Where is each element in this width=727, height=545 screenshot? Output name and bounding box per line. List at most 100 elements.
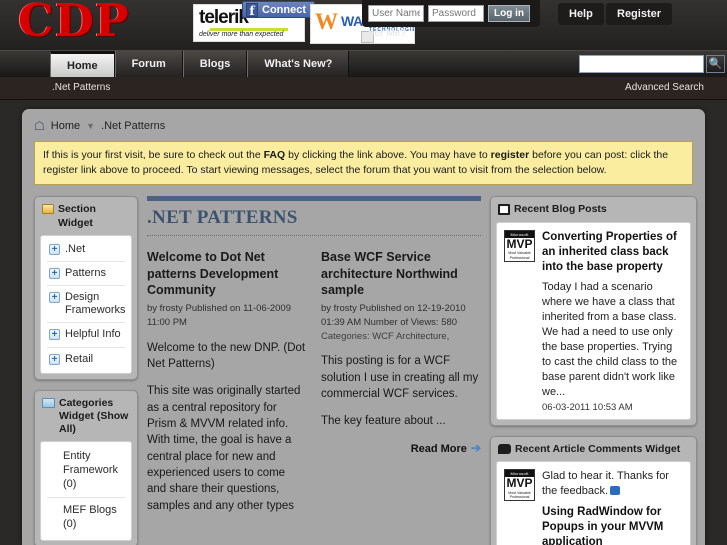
page-container: ☖ Home ▼ .Net Patterns If this is your f…: [22, 109, 705, 545]
remember-me-label: ber Me?: [368, 28, 407, 39]
subnav-section-label: .Net Patterns: [52, 82, 111, 93]
list-item[interactable]: MEF Blogs (0): [47, 498, 125, 538]
tab-forum[interactable]: Forum: [114, 51, 183, 78]
recent-article-comments-title: Recent Article Comments Widget: [515, 442, 681, 455]
chevron-down-icon: ▼: [86, 121, 96, 131]
article-categories[interactable]: Categories: WCF Architecture,: [321, 331, 449, 342]
facebook-connect-label: Connect: [262, 4, 306, 16]
article-item: Welcome to Dot Net patterns Development …: [147, 249, 307, 525]
notice-faq-link[interactable]: FAQ: [264, 149, 286, 161]
avatar: Microsoft MVP Most Valuable Professional: [504, 229, 535, 262]
main-content: .NET PATTERNS Welcome to Dot Net pattern…: [147, 196, 481, 545]
categories-widget: Categories Widget (Show All) Entity Fram…: [34, 389, 138, 545]
article-title[interactable]: Base WCF Service architecture Northwind …: [321, 249, 481, 298]
right-sidebar: Recent Blog Posts Microsoft MVP Most Val…: [490, 196, 697, 545]
breadcrumb-current: .Net Patterns: [101, 120, 166, 132]
comment-icon: [498, 443, 511, 454]
left-sidebar: Section Widget + .Net + Patterns + Desig…: [34, 196, 138, 545]
sub-navigation: .Net Patterns Advanced Search: [0, 77, 727, 100]
first-visit-notice: If this is your first visit, be sure to …: [34, 141, 693, 186]
avatar: Microsoft MVP Most Valuable Professional: [504, 468, 535, 501]
sidebar-item-label: Design Frameworks: [65, 291, 126, 317]
plus-icon[interactable]: +: [49, 353, 60, 365]
list-item: Microsoft MVP Most Valuable Professional…: [503, 225, 684, 417]
breadcrumb-home[interactable]: Home: [51, 120, 80, 132]
mvp-badge-bottom: Most Valuable Professional: [508, 490, 531, 500]
content-panel: .NET PATTERNS Welcome to Dot Net pattern…: [147, 207, 481, 525]
plus-icon[interactable]: +: [49, 329, 60, 341]
section-widget: Section Widget + .Net + Patterns + Desig…: [34, 196, 138, 380]
sidebar-item-design-frameworks[interactable]: + Design Frameworks: [47, 286, 126, 324]
comment-text-body: Glad to hear it. Thanks for the feedback…: [542, 469, 669, 497]
section-widget-body: + .Net + Patterns + Design Frameworks + …: [40, 234, 132, 374]
tab-home[interactable]: Home: [50, 51, 115, 78]
mvp-badge-bottom: Most Valuable Professional: [508, 251, 531, 260]
nav-tabs: Home Forum Blogs What's New?: [50, 51, 350, 78]
register-button[interactable]: Register: [606, 3, 673, 25]
categories-widget-body: Entity Framework (0) MEF Blogs (0): [40, 441, 132, 541]
article-item: Base WCF Service architecture Northwind …: [321, 249, 481, 525]
wavetech-w-icon: W: [315, 9, 338, 34]
categories-widget-title[interactable]: Categories Widget (Show All): [59, 397, 130, 436]
facebook-connect-button[interactable]: f Connect: [242, 1, 315, 18]
sidebar-item-helpful-info[interactable]: + Helpful Info: [47, 323, 125, 348]
blog-post-title[interactable]: Converting Properties of an inherited cl…: [542, 230, 683, 276]
tab-blogs[interactable]: Blogs: [182, 51, 248, 78]
login-button[interactable]: Log in: [488, 5, 530, 22]
advanced-search-link[interactable]: Advanced Search: [625, 82, 704, 93]
notice-part2: by clicking the link above. You may have…: [285, 149, 491, 161]
search-input[interactable]: [579, 55, 704, 73]
blog-post-excerpt: Today I had a scenario where we have a c…: [542, 281, 678, 398]
comment-link-icon[interactable]: [610, 485, 621, 495]
site-logo[interactable]: CDP: [18, 0, 130, 46]
comment-content: Glad to hear it. Thanks for the feedback…: [542, 469, 683, 545]
plus-icon[interactable]: +: [49, 292, 60, 304]
site-header: CDP telerik deliver more than expected f…: [0, 0, 727, 50]
plus-icon[interactable]: +: [49, 267, 60, 279]
article-list: Welcome to Dot Net patterns Development …: [147, 249, 481, 525]
sidebar-item-label: .Net: [65, 242, 86, 255]
username-input[interactable]: [368, 5, 424, 22]
article-meta-line: by frosty Published on 12-19-2010 01:39 …: [321, 303, 466, 328]
article-title[interactable]: Welcome to Dot Net patterns Development …: [147, 249, 307, 298]
breadcrumb: ☖ Home ▼ .Net Patterns: [34, 119, 693, 133]
read-more-button[interactable]: Read More ➔: [321, 441, 481, 455]
recent-blog-posts-title: Recent Blog Posts: [514, 203, 607, 216]
notice-part1: If this is your first visit, be sure to …: [43, 149, 264, 161]
article-meta: by frosty Published on 12-19-2010 01:39 …: [321, 302, 481, 343]
home-icon: ☖: [34, 119, 45, 133]
recent-article-comments-widget: Recent Article Comments Widget Microsoft…: [490, 435, 697, 545]
list-item: Microsoft MVP Most Valuable Professional…: [503, 464, 684, 545]
sidebar-item-label: Retail: [65, 352, 94, 365]
article-body: Welcome to the new DNP. (Dot Net Pattern…: [147, 341, 306, 371]
blog-post-content: Converting Properties of an inherited cl…: [542, 230, 683, 413]
categories-icon: [42, 397, 55, 408]
recent-blog-posts-header: Recent Blog Posts: [496, 202, 691, 221]
article-meta: by frosty Published on 11-06-2009 11:00 …: [147, 303, 291, 328]
article-body: The key feature about ...: [321, 415, 446, 428]
sidebar-item-label: Helpful Info: [65, 328, 121, 341]
sidebar-item-retail[interactable]: + Retail: [47, 348, 125, 371]
list-item[interactable]: Entity Framework (0): [47, 444, 125, 499]
password-input[interactable]: [428, 5, 484, 22]
arrow-right-icon: ➔: [470, 440, 481, 455]
recent-blog-posts-widget: Recent Blog Posts Microsoft MVP Most Val…: [490, 196, 697, 426]
categories-widget-header: Categories Widget (Show All): [40, 396, 132, 441]
sidebar-item-net[interactable]: + .Net: [47, 238, 125, 262]
notice-register-link[interactable]: register: [491, 149, 530, 161]
recent-blog-posts-body: Microsoft MVP Most Valuable Professional…: [496, 221, 691, 420]
plus-icon[interactable]: +: [49, 243, 60, 255]
search-icon[interactable]: 🔍: [706, 55, 725, 73]
comment-article-title[interactable]: Using RadWindow for Popups in your MVVM …: [542, 505, 683, 545]
help-button[interactable]: Help: [558, 3, 604, 25]
title-divider: [147, 235, 481, 237]
content-columns: Section Widget + .Net + Patterns + Desig…: [34, 196, 697, 545]
tab-whats-new[interactable]: What's New?: [247, 51, 350, 78]
sidebar-item-patterns[interactable]: + Patterns: [47, 262, 125, 287]
mvp-badge-mid: MVP: [506, 236, 533, 251]
login-bar: Log in: [362, 0, 540, 27]
telerik-tagline: deliver more than expected: [199, 31, 284, 38]
read-more-label: Read More: [410, 442, 467, 455]
mvp-badge-mid: MVP: [506, 475, 533, 490]
section-widget-title: Section Widget: [58, 203, 96, 229]
